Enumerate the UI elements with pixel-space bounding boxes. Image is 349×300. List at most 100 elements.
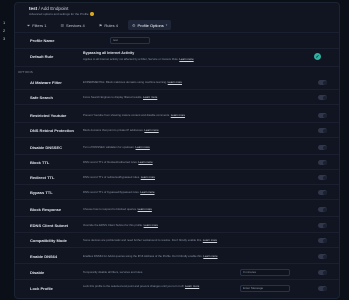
card-title: test / Add Endpoint — [29, 6, 94, 11]
bypass-ttl-toggle[interactable] — [318, 190, 327, 195]
option-desc: Some devices are problematic and need fu… — [83, 234, 217, 247]
learn-more-link[interactable]: Learn more — [143, 95, 157, 99]
option-row-dns-rebind-protection: DNS Rebind Protection Block domains that… — [15, 124, 339, 137]
option-row-edns-client-subnet: EDNS Client Subnet Override the EDNS Cli… — [15, 219, 339, 232]
lock-profile-toggle[interactable] — [318, 286, 327, 291]
divider — [15, 32, 339, 33]
learn-more-link[interactable]: Learn more — [203, 238, 217, 242]
option-desc: DNS record TTL of redirected/bypassed ru… — [83, 171, 155, 184]
option-label: Redirect TTL — [30, 175, 55, 180]
card-description: Advanced options and settings for the Pr… — [29, 12, 95, 17]
divider — [15, 137, 339, 138]
option-row-lock-profile: Lock Profile Lock this profile to the se… — [15, 282, 339, 295]
learn-more-link[interactable]: Learn more — [179, 57, 193, 61]
compatibility-mode-toggle[interactable] — [318, 238, 327, 243]
tab-rules[interactable]: ⚑ Rules 4 — [95, 20, 122, 30]
profile-name-input[interactable]: test — [110, 37, 150, 44]
default-rule-label: Default Rule — [30, 54, 54, 59]
option-desc-text: Turn off DNSSEC validation for upstream. — [83, 145, 135, 149]
option-desc: DNS record TTL of blocked/redirected rul… — [83, 156, 153, 169]
divider — [15, 216, 339, 217]
option-desc-text: Prevent Youtube from showing mature cont… — [83, 113, 170, 117]
option-row-disable-dnssec: Disable DNSSEC Turn off DNSSEC validatio… — [15, 141, 339, 154]
option-desc: Override the EDNS Client Subnet for this… — [83, 219, 158, 232]
options-section-label: OPTIONS — [18, 70, 33, 74]
lock-message-input[interactable]: Enter Message — [240, 285, 290, 292]
enable-dns64-toggle[interactable] — [318, 254, 327, 259]
block-ttl-toggle[interactable] — [318, 160, 327, 165]
divider — [15, 199, 339, 200]
option-label: Lock Profile — [30, 286, 53, 291]
option-desc-text: Force Search Engines to display filtered… — [83, 95, 143, 99]
option-row-block-response: Block Response Choose how to respond to … — [15, 203, 339, 216]
option-desc-text: Block domains that point to private IP a… — [83, 128, 144, 132]
divider — [15, 104, 339, 105]
learn-more-link[interactable]: Learn more — [138, 207, 152, 211]
divider — [15, 184, 339, 185]
default-rule-title: Bypassing all Internet Activity — [83, 51, 135, 55]
option-row-disable: Disable Temporarily disable all filters,… — [15, 266, 339, 279]
option-desc: EXPERIMENTAL: Block malicious domains us… — [83, 76, 182, 89]
option-row-enable-dns64: Enable DNS64 Enables DNS64 for AAAA quer… — [15, 250, 339, 263]
gear-icon: ⚙ — [131, 22, 136, 28]
option-row-ai-malware-filter: AI Malware Filter EXPERIMENTAL: Block ma… — [15, 76, 339, 89]
learn-more-link[interactable]: Learn more — [203, 254, 217, 258]
option-row-redirect-ttl: Redirect TTL DNS record TTL of redirecte… — [15, 171, 339, 184]
tab-services-label: Services — [66, 22, 82, 28]
option-row-restricted-youtube: Restricted Youtube Prevent Youtube from … — [15, 109, 339, 122]
learn-more-link[interactable]: Learn more — [144, 128, 158, 132]
default-rule-row: Default Rule Bypassing all Internet Acti… — [15, 49, 339, 65]
divider — [15, 279, 339, 280]
divider — [15, 247, 339, 248]
tab-services-count: 4 — [82, 22, 85, 28]
star-icon — [90, 12, 95, 17]
side-number: 1 — [3, 20, 6, 25]
option-desc: Block domains that point to private IP a… — [83, 124, 159, 137]
divider — [15, 66, 339, 67]
option-desc-text: EXPERIMENTAL: Block malicious domains us… — [83, 80, 167, 84]
learn-more-link[interactable]: Learn more — [171, 113, 185, 117]
edns-client-subnet-toggle[interactable] — [318, 223, 327, 228]
redirect-ttl-toggle[interactable] — [318, 175, 327, 180]
tab-services[interactable]: ☰ Services 4 — [56, 20, 88, 30]
tab-filters[interactable]: ⏷ Filters 1 — [23, 20, 50, 30]
option-label: Disable DNSSEC — [30, 145, 63, 150]
learn-more-link[interactable]: Learn more — [141, 175, 155, 179]
tab-filters-count: 1 — [44, 22, 47, 28]
dns-rebind-protection-toggle[interactable] — [318, 128, 327, 133]
option-row-bypass-ttl: Bypass TTL DNS record TTL of bypassed/by… — [15, 186, 339, 199]
divider — [15, 122, 339, 123]
add-endpoint-link[interactable]: Add Endpoint — [41, 6, 69, 11]
option-desc: Temporarily disable all filters, service… — [83, 266, 143, 279]
option-row-safe-search: Safe Search Force Search Engines to disp… — [15, 91, 339, 104]
option-desc: Enables DNS64 for AAAA queries using the… — [83, 250, 218, 263]
option-label: Safe Search — [30, 95, 53, 100]
chevron-down-icon: ▾ — [165, 23, 168, 27]
option-desc-text: Some devices are problematic and need fu… — [83, 238, 203, 242]
learn-more-link[interactable]: Learn more — [136, 145, 150, 149]
option-desc-text: DNS record TTL of redirected/bypassed ru… — [83, 175, 140, 179]
disable-duration-select[interactable]: 0 minutes — [240, 269, 290, 276]
learn-more-link[interactable]: Learn more — [140, 190, 154, 194]
option-label: Enable DNS64 — [30, 254, 58, 259]
learn-more-link[interactable]: Learn more — [185, 284, 199, 288]
option-label: Compatibility Mode — [30, 238, 67, 243]
disable-toggle[interactable] — [318, 270, 327, 275]
restricted-youtube-toggle[interactable] — [318, 113, 327, 118]
learn-more-link[interactable]: Learn more — [144, 223, 158, 227]
bypass-check-icon[interactable]: ✓ — [314, 53, 321, 60]
option-row-compatibility-mode: Compatibility Mode Some devices are prob… — [15, 234, 339, 247]
side-number: 3 — [3, 36, 6, 41]
divider — [15, 169, 339, 170]
tab-profile-options[interactable]: ⚙ Profile Options ▾ — [127, 20, 172, 30]
profile-card: test / Add Endpoint Advanced options and… — [14, 2, 340, 299]
disable-dnssec-toggle[interactable] — [318, 145, 327, 150]
ai-malware-filter-toggle[interactable] — [318, 80, 327, 85]
learn-more-link[interactable]: Learn more — [138, 160, 152, 164]
option-desc: DNS record TTL of bypassed/bypassed rule… — [83, 186, 155, 199]
divider — [15, 232, 339, 233]
learn-more-link[interactable]: Learn more — [168, 80, 182, 84]
option-label: AI Malware Filter — [30, 80, 62, 85]
safe-search-toggle[interactable] — [318, 95, 327, 100]
block-response-toggle[interactable] — [318, 207, 327, 212]
